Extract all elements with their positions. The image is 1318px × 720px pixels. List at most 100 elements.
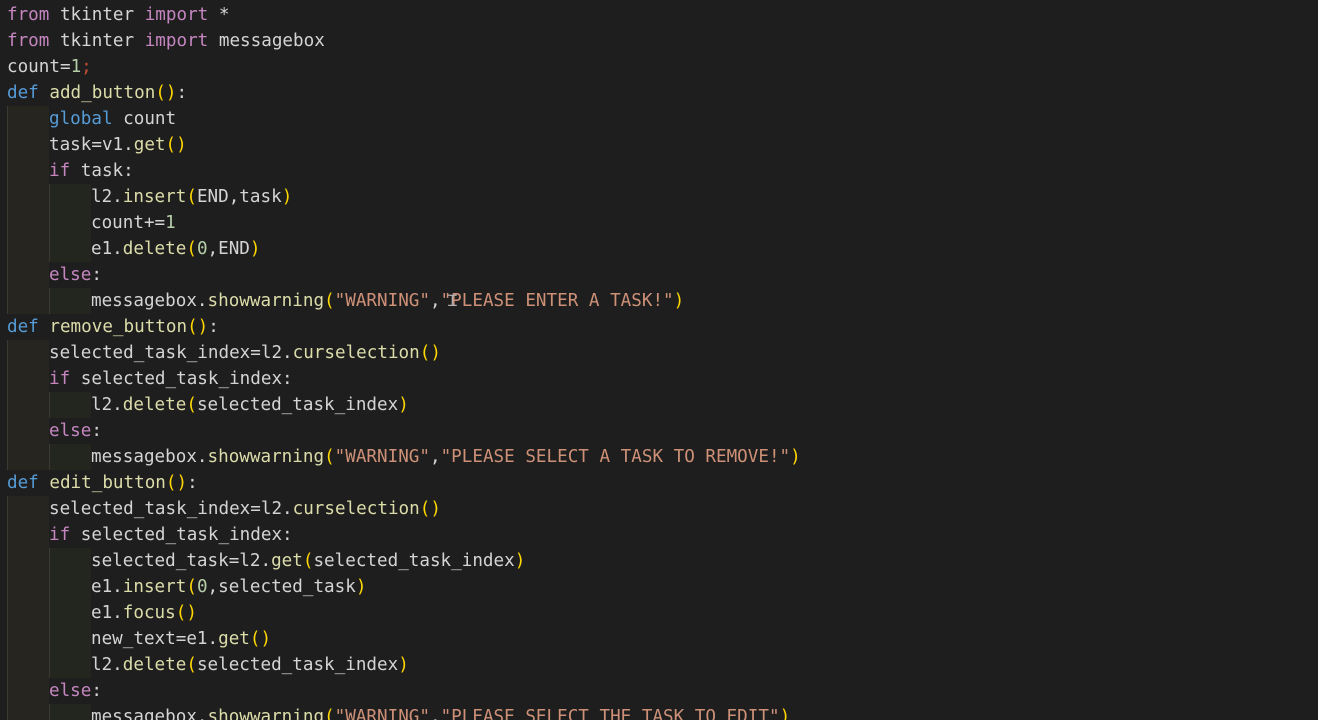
code-token: ()	[165, 135, 187, 155]
code-line[interactable]: new_text=e1.get()	[91, 626, 271, 652]
code-token: 1	[70, 57, 82, 77]
code-line[interactable]: e1.focus()	[91, 600, 197, 626]
code-token: )	[514, 551, 526, 571]
indent-guide	[49, 574, 91, 600]
indent-guide	[7, 288, 49, 314]
code-line[interactable]: messagebox.showwarning("WARNING","PLEASE…	[91, 288, 684, 314]
code-line[interactable]: def edit_button():	[7, 470, 198, 496]
indent-guide	[49, 288, 91, 314]
indent-guide	[7, 652, 49, 678]
code-token: messagebox.	[91, 291, 208, 311]
indent-guide	[7, 184, 49, 210]
code-line[interactable]: e1.insert(0,selected_task)	[91, 574, 366, 600]
code-token: add_button	[49, 83, 156, 103]
code-token: (	[186, 577, 197, 597]
indent-guide	[7, 340, 49, 366]
code-token: ()	[175, 603, 197, 623]
code-line[interactable]: if selected_task_index:	[49, 522, 293, 548]
code-token: task:	[70, 161, 134, 181]
code-token: selected_task_index:	[70, 369, 293, 389]
code-token: )	[281, 187, 293, 207]
code-line[interactable]: def add_button():	[7, 80, 187, 106]
code-token: 0	[196, 577, 208, 597]
indent-guide	[7, 444, 49, 470]
code-token: if	[49, 161, 71, 181]
code-token: ()	[187, 317, 209, 337]
code-token: l2.	[91, 655, 123, 675]
code-token: :	[187, 473, 198, 493]
code-token: "WARNING"	[334, 707, 430, 720]
code-token: :	[208, 317, 219, 337]
code-line[interactable]: task=v1.get()	[49, 132, 187, 158]
indent-guide	[49, 210, 91, 236]
code-token: l2.	[91, 395, 123, 415]
code-line[interactable]: from tkinter import *	[7, 2, 229, 28]
code-line[interactable]: count=1;	[7, 54, 92, 80]
code-line[interactable]: if task:	[49, 158, 134, 184]
code-line[interactable]: messagebox.showwarning("WARNING","PLEASE…	[91, 704, 790, 720]
code-token: (	[186, 187, 197, 207]
code-token: count=	[7, 57, 71, 77]
code-token: get	[271, 551, 303, 571]
indent-guide	[7, 392, 49, 418]
code-token: delete	[122, 239, 187, 259]
code-line[interactable]: else:	[49, 262, 102, 288]
code-token: ,	[430, 707, 441, 720]
code-token: *	[208, 5, 230, 25]
code-token: :	[176, 83, 188, 103]
indent-guide	[7, 262, 49, 288]
code-token: e1.	[91, 577, 123, 597]
code-line[interactable]: e1.delete(0,END)	[91, 236, 261, 262]
indent-guide	[7, 704, 49, 720]
code-token: 0	[196, 239, 208, 259]
code-line[interactable]: l2.insert(END,task)	[91, 184, 292, 210]
indent-guide	[7, 626, 49, 652]
code-line[interactable]: else:	[49, 678, 102, 704]
code-token: else	[49, 265, 92, 285]
code-token: ,	[430, 291, 441, 311]
code-token: selected_task_index	[196, 395, 399, 415]
code-line[interactable]: messagebox.showwarning("WARNING","PLEASE…	[91, 444, 801, 470]
code-line[interactable]: l2.delete(selected_task_index)	[91, 652, 409, 678]
code-token: remove_button	[49, 317, 188, 337]
indent-guide	[49, 444, 91, 470]
code-token: (	[186, 239, 197, 259]
code-token: get	[218, 629, 250, 649]
code-token: ,	[430, 447, 441, 467]
code-token: messagebox.	[91, 447, 208, 467]
code-line[interactable]: selected_task_index=l2.curselection()	[49, 340, 441, 366]
indent-guide	[49, 704, 91, 720]
code-token: )	[673, 291, 685, 311]
code-token: (	[324, 447, 335, 467]
indent-guide	[7, 210, 49, 236]
code-token: END,task	[196, 187, 282, 207]
indent-guide	[7, 678, 49, 704]
code-token: if	[49, 525, 71, 545]
code-token: )	[249, 239, 261, 259]
code-token: "PLEASE SELECT A TASK TO REMOVE!"	[440, 447, 791, 467]
code-line[interactable]: if selected_task_index:	[49, 366, 293, 392]
code-editor[interactable]: from tkinter import * from tkinter import…	[0, 0, 1318, 720]
code-token: messagebox.	[91, 707, 208, 720]
code-line[interactable]: selected_task_index=l2.curselection()	[49, 496, 441, 522]
code-line[interactable]: count+=1	[91, 210, 176, 236]
code-token: l2.	[91, 187, 123, 207]
code-token: 1	[165, 213, 176, 233]
code-token: e1.	[91, 239, 123, 259]
indent-guide	[7, 236, 49, 262]
code-line[interactable]: def remove_button():	[7, 314, 219, 340]
code-token: task=v1.	[49, 135, 134, 155]
code-token: :	[91, 265, 102, 285]
code-line[interactable]: global count	[49, 106, 176, 132]
code-token: tkinter	[49, 31, 145, 51]
indent-guide	[7, 132, 49, 158]
indent-guide	[49, 548, 91, 574]
indent-guide	[7, 574, 49, 600]
code-line[interactable]: else:	[49, 418, 102, 444]
code-line[interactable]: selected_task=l2.get(selected_task_index…	[91, 548, 525, 574]
code-line[interactable]: from tkinter import messagebox	[7, 28, 325, 54]
code-line[interactable]: l2.delete(selected_task_index)	[91, 392, 409, 418]
